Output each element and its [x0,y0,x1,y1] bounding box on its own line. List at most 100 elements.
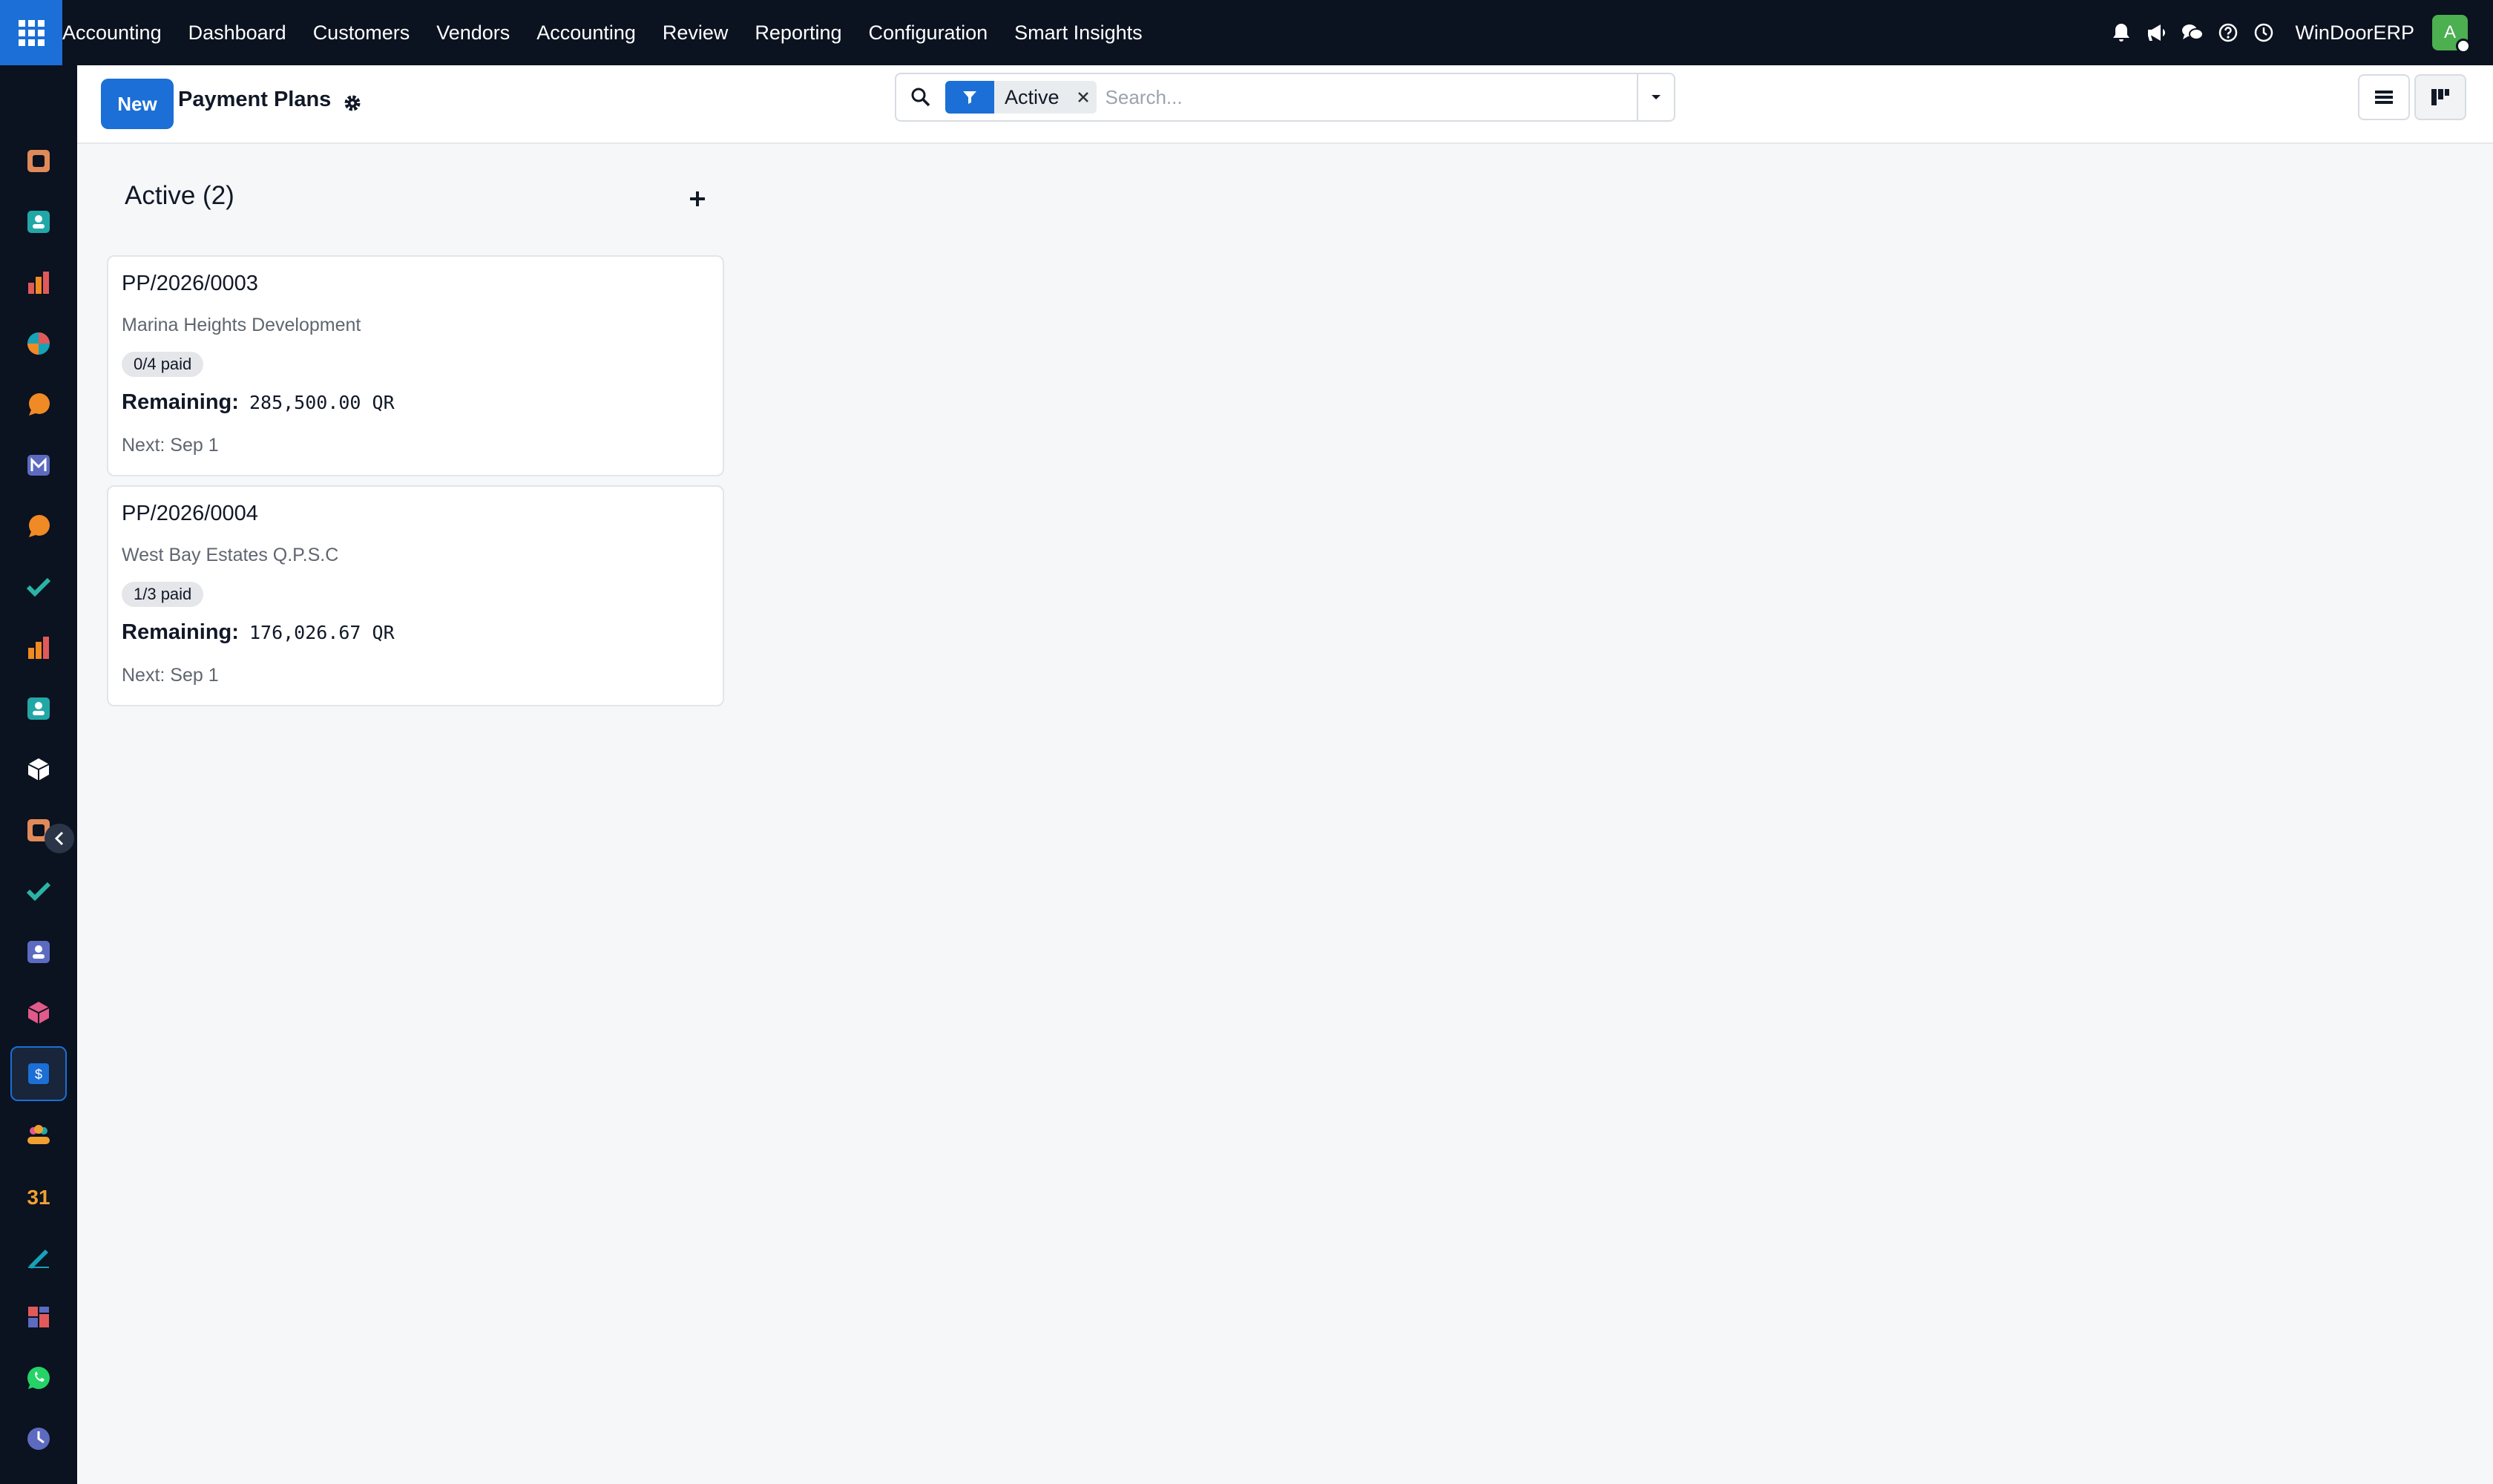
menu-customers[interactable]: Customers [300,0,424,65]
remaining-amount: 285,500.00 QR [249,392,395,413]
facet-value: Active [1005,85,1060,108]
add-icon[interactable] [683,184,712,214]
list-view-button[interactable] [2358,74,2410,120]
menu-review[interactable]: Review [649,0,742,65]
clock-icon[interactable] [2246,0,2282,65]
app-brand[interactable]: Accounting [62,0,175,65]
menu-configuration[interactable]: Configuration [855,0,1002,65]
timesheets-app-icon [27,1428,50,1450]
card-reference: PP/2026/0004 [122,502,258,525]
dashboards-app-icon [28,1307,49,1327]
caret-down-icon [1652,95,1661,99]
card-remaining: Remaining: 176,026.67 QR [122,620,395,645]
reporting-app-icon [28,637,49,659]
company-switcher[interactable]: WinDoorERP [2295,22,2414,45]
live-chat-app-icon [29,515,50,537]
elearning-app-icon [27,941,50,963]
sidebar-app[interactable]: $ [10,1046,67,1101]
sidebar-app[interactable] [10,1350,67,1405]
avatar-initial: A [2443,22,2456,42]
card-next-date: Next: Sep 1 [122,665,219,686]
search-input[interactable] [1105,75,1637,119]
chat-icon[interactable] [2175,0,2210,65]
menu-dashboard[interactable]: Dashboard [175,0,300,65]
menu-smart-insights[interactable]: Smart Insights [1001,0,1156,65]
remaining-label: Remaining: [122,390,239,414]
top-navbar: Accounting Dashboard Customers Vendors A… [0,0,2493,65]
collapse-sidebar-button[interactable] [45,824,74,853]
sidebar-app[interactable] [10,620,67,675]
help-icon[interactable] [2210,0,2246,65]
kanban-card[interactable]: PP/2026/0004 West Bay Estates Q.P.S.C 1/… [107,485,724,706]
presence-indicator [2456,39,2471,53]
svg-text:31: 31 [27,1186,50,1209]
whatsapp-app-icon [27,1367,50,1389]
search-options-toggle[interactable] [1637,74,1674,120]
contacts-app-icon [27,211,50,233]
sidebar-app[interactable] [10,559,67,614]
sidebar-app[interactable] [10,134,67,188]
sidebar-app[interactable] [10,316,67,371]
paid-badge: 0/4 paid [122,352,204,377]
sidebar-app[interactable] [10,1411,67,1466]
search-bar: Active [895,73,1675,122]
gear-icon[interactable] [341,92,364,114]
new-button[interactable]: New [101,79,174,129]
apps-menu-button[interactable] [0,0,62,65]
search-icon[interactable] [896,74,945,120]
control-panel: New Payment Plans Active [77,65,2493,144]
card-remaining: Remaining: 285,500.00 QR [122,390,395,415]
card-next-date: Next: Sep 1 [122,435,219,456]
sidebar-app[interactable] [10,681,67,736]
project-app-icon [26,577,51,597]
menu-reporting[interactable]: Reporting [741,0,855,65]
sidebar-app[interactable] [10,985,67,1040]
menu-accounting[interactable]: Accounting [523,0,649,65]
filter-facet: Active [945,81,1097,114]
team-app-icon [27,1125,50,1144]
employees-app-icon [27,697,50,720]
sidebar-app[interactable] [10,742,67,797]
user-avatar[interactable]: A [2432,15,2471,53]
svg-text:$: $ [35,1067,42,1082]
kanban-column-title: Active (2) [125,181,234,210]
chevron-left-icon [54,831,64,846]
card-partner: Marina Heights Development [122,315,361,335]
sidebar-app[interactable] [10,864,67,919]
sidebar-app[interactable] [10,499,67,554]
email-marketing-app-icon [27,455,50,476]
bell-icon[interactable] [2103,0,2139,65]
kanban-card[interactable]: PP/2026/0003 Marina Heights Development … [107,255,724,476]
documents-app-icon [27,150,50,172]
sidebar-app[interactable] [10,1229,67,1284]
filter-icon [945,81,994,114]
todo-app-icon [26,881,51,902]
remove-facet-close-icon[interactable] [1070,81,1097,114]
menu-vendors[interactable]: Vendors [423,0,523,65]
sales-app-icon [28,272,49,294]
inventory-app-icon [27,758,50,781]
megaphone-icon[interactable] [2139,0,2175,65]
crm-app-icon [27,332,50,355]
sidebar-app[interactable] [10,438,67,493]
sidebar-app[interactable] [10,1290,67,1345]
kanban-view-button[interactable] [2414,74,2466,120]
grid-icon [18,19,45,46]
sidebar-app[interactable] [10,925,67,979]
sidebar-app[interactable] [10,1107,67,1162]
calendar-app-icon: 31 [27,1186,50,1209]
sign-app-icon [28,1250,49,1269]
list-icon [2375,91,2393,104]
sidebar-app[interactable]: 31 [10,1168,67,1223]
sidebar-app[interactable] [10,255,67,310]
accounting-app-icon: $ [28,1063,49,1084]
card-partner: West Bay Estates Q.P.S.C [122,545,339,565]
sidebar-app[interactable] [10,377,67,432]
sidebar-app[interactable] [10,1472,67,1484]
page-title: Payment Plans [178,88,332,111]
purchase-app-icon [27,1002,50,1024]
sidebar-app[interactable] [10,194,67,249]
discuss-app-icon [29,393,50,416]
card-reference: PP/2026/0003 [122,272,258,295]
paid-badge: 1/3 paid [122,582,204,607]
